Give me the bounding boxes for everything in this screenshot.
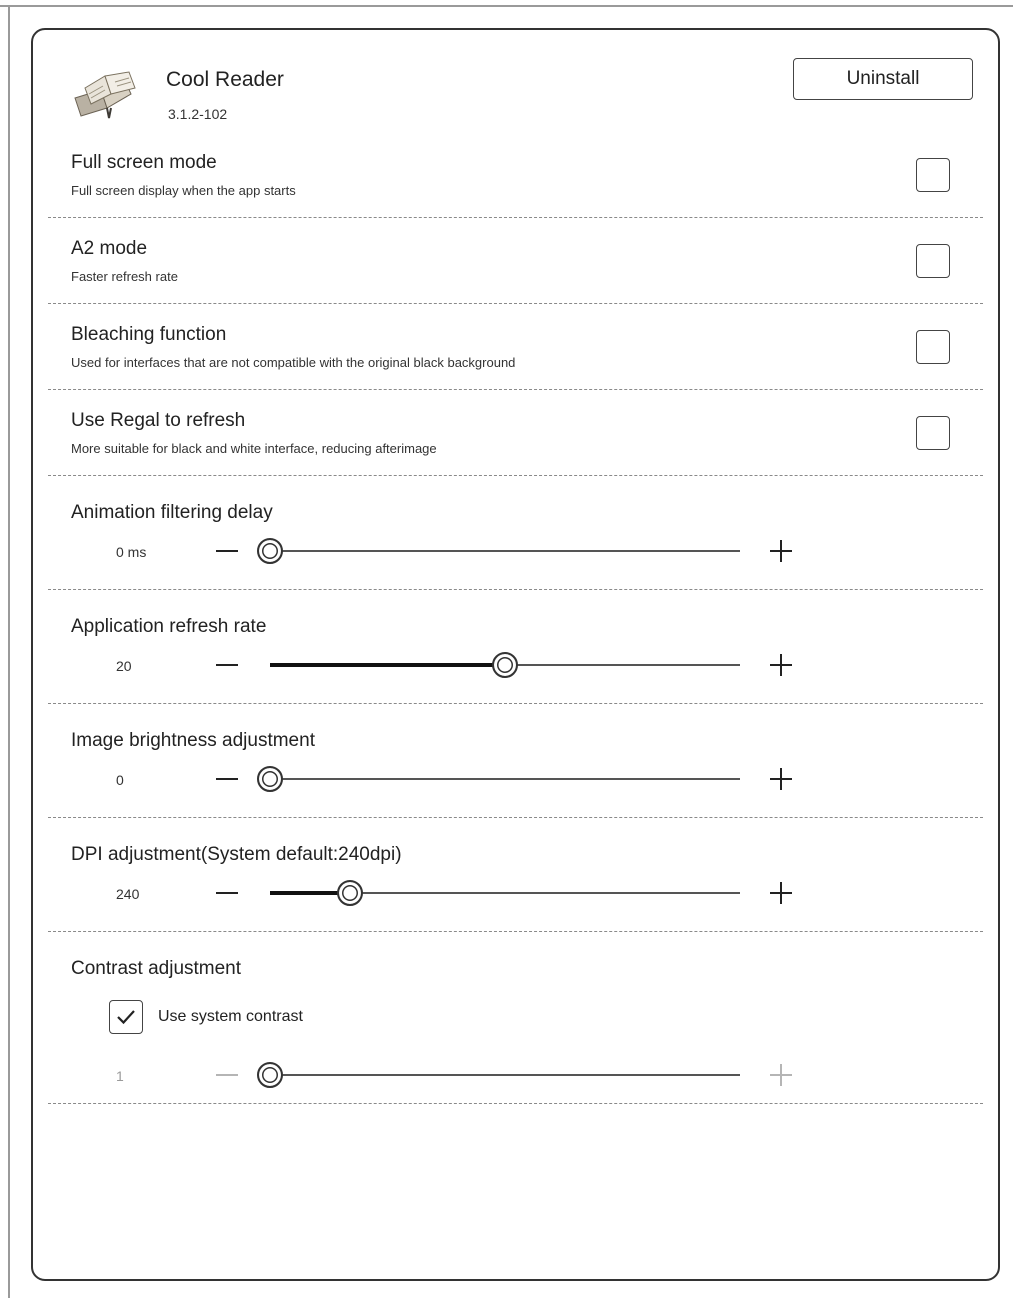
slider-thumb[interactable] — [257, 538, 283, 564]
increase-button[interactable] — [770, 768, 792, 790]
setting-description: Used for interfaces that are not compati… — [71, 355, 516, 370]
app-version: 3.1.2-102 — [168, 106, 228, 122]
decrease-button[interactable] — [216, 1064, 238, 1086]
slider-thumb[interactable] — [492, 652, 518, 678]
increase-button[interactable] — [770, 1064, 792, 1086]
decrease-button[interactable] — [216, 768, 238, 790]
slider-track[interactable] — [257, 538, 740, 564]
setting-row-animation-delay: Animation filtering delay 0 ms — [48, 476, 983, 590]
slider-value: 240 — [116, 886, 140, 902]
regal-refresh-checkbox[interactable] — [916, 416, 950, 450]
increase-button[interactable] — [770, 654, 792, 676]
slider-value: 0 ms — [116, 544, 147, 560]
slider-track[interactable] — [270, 652, 740, 678]
setting-description: More suitable for black and white interf… — [71, 441, 437, 456]
full-screen-checkbox[interactable] — [916, 158, 950, 192]
book-icon — [74, 71, 136, 119]
setting-row-regal-refresh[interactable]: Use Regal to refresh More suitable for b… — [48, 390, 983, 476]
setting-row-dpi: DPI adjustment(System default:240dpi) 24… — [48, 818, 983, 932]
bleaching-checkbox[interactable] — [916, 330, 950, 364]
setting-row-contrast: Contrast adjustment Use system contrast … — [48, 932, 983, 1104]
app-name: Cool Reader — [166, 68, 284, 91]
slider-track[interactable] — [257, 766, 740, 792]
slider-value: 20 — [116, 658, 132, 674]
app-settings-dialog: Cool Reader 3.1.2-102 Uninstall Full scr… — [31, 28, 1000, 1281]
slider-track[interactable] — [270, 880, 740, 906]
contrast-slider: 1 — [48, 1000, 983, 1114]
slider-track[interactable] — [257, 1062, 740, 1088]
slider-title: Application refresh rate — [71, 616, 267, 637]
screen: Cool Reader 3.1.2-102 Uninstall Full scr… — [0, 0, 1013, 1298]
uninstall-button[interactable]: Uninstall — [793, 58, 973, 100]
setting-title: Full screen mode — [71, 152, 217, 173]
left-border — [8, 5, 10, 1298]
top-border — [0, 5, 1013, 7]
a2-mode-checkbox[interactable] — [916, 244, 950, 278]
setting-row-image-brightness: Image brightness adjustment 0 — [48, 704, 983, 818]
setting-row-bleaching[interactable]: Bleaching function Used for interfaces t… — [48, 304, 983, 390]
slider-thumb[interactable] — [336, 880, 363, 906]
slider-value: 0 — [116, 772, 124, 788]
slider-title: DPI adjustment(System default:240dpi) — [71, 844, 402, 865]
slider-title: Image brightness adjustment — [71, 730, 315, 751]
contrast-title: Contrast adjustment — [71, 958, 242, 979]
slider-fill — [270, 663, 505, 667]
app-header: Cool Reader 3.1.2-102 Uninstall — [33, 30, 998, 140]
setting-title: A2 mode — [71, 238, 148, 259]
slider-title: Animation filtering delay — [71, 502, 273, 523]
decrease-button[interactable] — [216, 882, 238, 904]
increase-button[interactable] — [770, 540, 792, 562]
decrease-button[interactable] — [216, 654, 238, 676]
setting-description: Full screen display when the app starts — [71, 183, 296, 198]
setting-title: Use Regal to refresh — [71, 410, 246, 431]
setting-row-full-screen[interactable]: Full screen mode Full screen display whe… — [48, 132, 983, 218]
decrease-button[interactable] — [216, 540, 238, 562]
increase-button[interactable] — [770, 882, 792, 904]
setting-row-a2-mode[interactable]: A2 mode Faster refresh rate — [48, 218, 983, 304]
slider-thumb[interactable] — [257, 1062, 283, 1088]
slider-value: 1 — [116, 1068, 124, 1084]
slider-thumb[interactable] — [257, 766, 283, 792]
setting-description: Faster refresh rate — [71, 269, 178, 284]
setting-row-refresh-rate: Application refresh rate 20 — [48, 590, 983, 704]
setting-title: Bleaching function — [71, 324, 227, 345]
